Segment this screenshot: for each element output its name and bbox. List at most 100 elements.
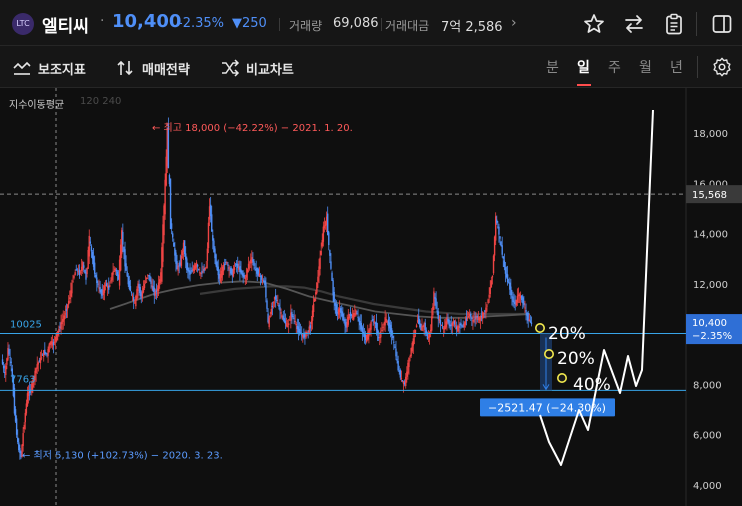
gear-icon[interactable] — [711, 56, 733, 78]
pct-label-1: 20% — [548, 324, 586, 344]
y-tick-label: 4,000 — [693, 481, 722, 492]
candle-body — [373, 321, 376, 323]
candle-body — [217, 266, 219, 276]
candle-body — [293, 317, 295, 319]
candle-body — [22, 433, 24, 447]
candle-body — [510, 286, 512, 296]
candle-body — [227, 264, 229, 266]
ma-indicator-label[interactable]: 지수이동평균 — [9, 96, 64, 111]
strategy-button[interactable]: 매매전략 — [116, 58, 190, 78]
header-separator: · — [100, 13, 105, 29]
candle-body — [125, 263, 127, 271]
candle-body — [355, 310, 357, 316]
candle-body — [489, 287, 491, 294]
candle-body — [58, 328, 60, 333]
candle-body — [405, 376, 407, 387]
support-label-lower: 7763 — [10, 374, 35, 385]
candle-body — [64, 313, 67, 315]
candle-body — [357, 316, 359, 318]
candle-body — [487, 299, 489, 304]
candle-body — [113, 270, 115, 272]
compare-button[interactable]: 비교차트 — [220, 58, 294, 78]
candle-body — [342, 313, 344, 321]
candle-body — [437, 311, 439, 320]
compare-label: 비교차트 — [246, 62, 294, 78]
candle-body — [15, 418, 18, 435]
more-info-arrow[interactable]: › — [511, 15, 517, 31]
candle-body — [196, 264, 199, 267]
y-tick-label: 18,000 — [693, 129, 728, 140]
candle-body — [254, 267, 256, 269]
pct-label-2: 20% — [557, 349, 595, 369]
candle-body — [10, 361, 12, 363]
candle-body — [93, 262, 96, 274]
candle-body — [319, 257, 321, 269]
candle-body — [2, 365, 5, 369]
candle-body — [393, 341, 395, 343]
period-week[interactable]: 주 — [608, 57, 621, 77]
candle-body — [501, 245, 503, 255]
candle-body — [222, 264, 225, 272]
candle-body — [408, 357, 410, 367]
candle-body — [311, 310, 314, 321]
clipboard-icon[interactable] — [662, 12, 686, 36]
stock-name[interactable]: 엘티씨 — [42, 12, 89, 37]
candle-body — [143, 283, 146, 289]
candle-body — [295, 323, 297, 326]
compare-icon — [222, 59, 240, 77]
candle-body — [268, 317, 270, 328]
candle-body — [524, 307, 526, 309]
ma120-line — [109, 280, 531, 319]
candle-body — [415, 325, 418, 328]
candle-body — [17, 437, 19, 443]
candle-body — [96, 277, 98, 284]
candle-body — [115, 269, 118, 272]
period-minute[interactable]: 분 — [546, 57, 559, 77]
ma-indicator-params: 120 240 — [80, 96, 122, 107]
candle-body — [88, 235, 90, 257]
candle-body — [112, 271, 114, 275]
star-icon[interactable] — [582, 12, 606, 36]
projection-point-marker — [543, 348, 554, 359]
candle-body — [157, 282, 160, 291]
candle-body — [496, 219, 498, 223]
candle-body — [399, 370, 402, 378]
indicator-button[interactable]: 보조지표 — [12, 58, 86, 78]
candle-body — [253, 261, 255, 266]
period-day[interactable]: 일 — [577, 57, 590, 77]
candle-body — [320, 250, 322, 255]
candle-body — [126, 271, 128, 277]
candle-body — [335, 304, 338, 316]
candle-body — [53, 341, 56, 343]
candle-body — [190, 272, 192, 274]
candle-body — [294, 321, 296, 323]
candle-body — [513, 300, 515, 303]
candle-body — [261, 279, 264, 281]
period-year[interactable]: 년 — [670, 57, 683, 77]
candle-body — [370, 321, 372, 330]
low-annotation: ← 최저 5,130 (+102.73%) − 2020. 3. 23. — [22, 450, 223, 462]
candle-body — [103, 285, 106, 293]
candle-body — [328, 232, 330, 246]
candle-body — [292, 315, 294, 318]
candle-body — [109, 285, 111, 287]
candle-body — [270, 308, 273, 315]
candle-body — [276, 299, 278, 301]
candle-body — [76, 269, 79, 271]
candlestick-chart[interactable]: 18,00016,00014,00012,0008,0006,0004,0001… — [0, 88, 742, 506]
candle-body — [74, 272, 76, 276]
candle-body — [278, 304, 280, 307]
candle-body — [458, 325, 460, 328]
period-month[interactable]: 월 — [639, 57, 652, 77]
candle-body — [228, 266, 230, 270]
candle-body — [356, 313, 358, 315]
candle-body — [172, 233, 174, 238]
candle-body — [491, 275, 494, 278]
candle-body — [45, 352, 47, 354]
candle-body — [95, 274, 97, 278]
candle-body — [313, 298, 316, 302]
panel-icon[interactable] — [710, 12, 734, 36]
amount-label: 거래대금 — [385, 19, 430, 33]
swap-icon[interactable] — [622, 12, 646, 36]
candle-body — [243, 275, 245, 278]
